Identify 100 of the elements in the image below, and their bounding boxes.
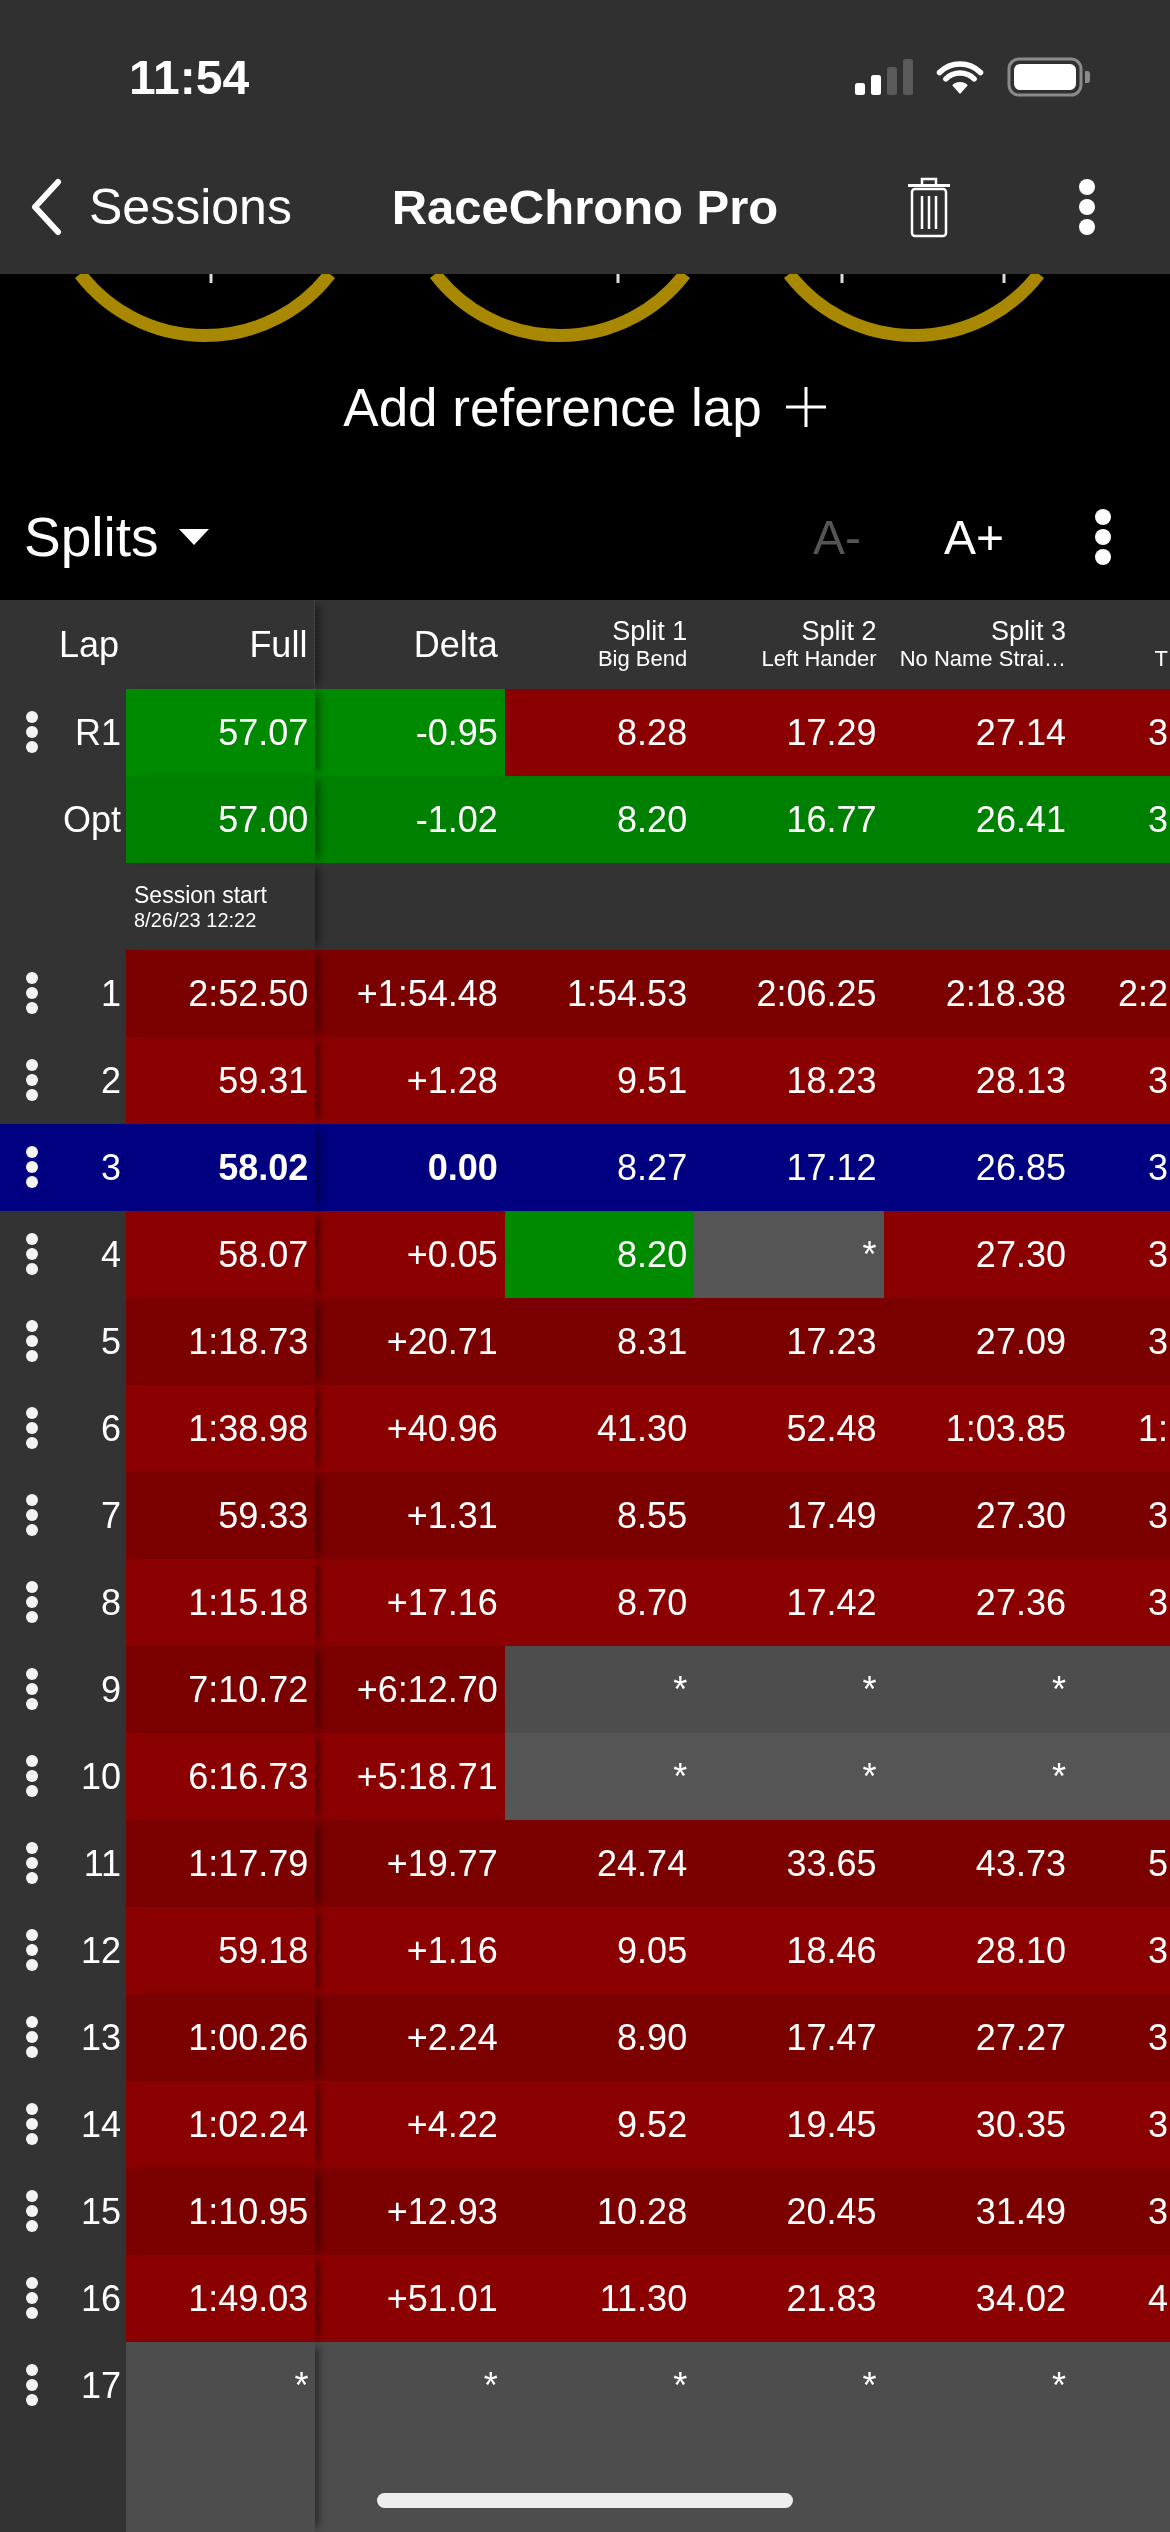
lap-number: 2 — [100, 1059, 121, 1103]
table-cell: 2:18.38 — [883, 950, 1073, 1037]
more-icon[interactable] — [26, 2364, 38, 2406]
table-cell: +6:12.70 — [315, 1646, 505, 1733]
table-cell: 2:2 — [1072, 950, 1170, 1037]
table-cell: 17.23 — [694, 1298, 884, 1385]
font-size-button[interactable]: A+ — [943, 509, 1004, 565]
table-cell: +1.16 — [315, 1907, 505, 1994]
table-cell: * — [126, 2342, 316, 2532]
table-cell: 2:06.25 — [694, 950, 884, 1037]
table-cell: 5 — [1072, 1820, 1170, 1907]
table-cell: * — [504, 1733, 695, 1820]
more-icon[interactable] — [26, 1233, 38, 1275]
table-cell: 8.20 — [504, 1211, 695, 1298]
table-cell: 3 — [1072, 1559, 1170, 1646]
table-cell: * — [694, 2342, 884, 2532]
table-cell: * — [694, 1211, 884, 1298]
table-cell: 27.30 — [883, 1211, 1073, 1298]
trash-icon[interactable] — [905, 176, 953, 238]
clock-time: 11:54 — [129, 49, 250, 105]
more-icon[interactable] — [26, 2190, 38, 2232]
table-cell: +20.71 — [315, 1298, 505, 1385]
more-icon[interactable] — [26, 2277, 38, 2319]
table-cell: 8.28 — [504, 689, 695, 776]
more-icon[interactable] — [26, 1929, 38, 1971]
table-cell: 2:52.50 — [126, 950, 316, 1037]
more-icon[interactable] — [26, 1059, 38, 1101]
lap-number: 1 — [100, 972, 121, 1016]
table-cell: 24.74 — [504, 1820, 695, 1907]
signal-icon — [855, 59, 913, 95]
column-subtitle: T — [1154, 646, 1168, 672]
lap-number: 4 — [100, 1233, 121, 1277]
table-cell: +12.93 — [315, 2168, 505, 2255]
table-cell: 21.83 — [694, 2255, 884, 2342]
battery-icon — [1007, 57, 1091, 97]
more-icon[interactable] — [26, 1842, 38, 1884]
column-header: Split 1 — [612, 617, 688, 646]
more-icon[interactable] — [26, 2016, 38, 2058]
lap-number: 3 — [100, 1146, 121, 1190]
lap-number: 13 — [80, 2016, 121, 2060]
column-subtitle: Big Bend — [597, 646, 688, 672]
table-cell: * — [883, 1733, 1073, 1820]
table-cell: 8.90 — [504, 1994, 695, 2081]
table-cell: 57.00 — [126, 776, 316, 863]
table-cell: 57.07 — [126, 689, 316, 776]
table-cell: 27.09 — [883, 1298, 1073, 1385]
lap-number: 14 — [80, 2103, 121, 2147]
table-cell: 3 — [1072, 1472, 1170, 1559]
more-icon[interactable] — [26, 1581, 38, 1623]
column-header: Full — [249, 623, 308, 666]
table-cell: 1:02.24 — [126, 2081, 316, 2168]
table-cell: 3 — [1072, 2168, 1170, 2255]
table-cell: 26.85 — [883, 1124, 1073, 1211]
more-icon[interactable] — [26, 972, 38, 1014]
session-date: 8/26/23 12:22 — [134, 907, 258, 932]
table-cell: 8.70 — [504, 1559, 695, 1646]
more-icon[interactable] — [26, 1320, 38, 1362]
lap-number: Opt — [62, 798, 121, 842]
table-cell: 28.13 — [883, 1037, 1073, 1124]
table-cell: 27.27 — [883, 1994, 1073, 2081]
more-icon[interactable] — [26, 1755, 38, 1797]
view-dropdown[interactable]: Splits — [24, 505, 209, 569]
more-icon[interactable] — [26, 1494, 38, 1536]
table-cell: * — [694, 1733, 884, 1820]
more-icon[interactable] — [1094, 508, 1112, 566]
table-cell: 3 — [1072, 1298, 1170, 1385]
table-cell: 43.73 — [883, 1820, 1073, 1907]
more-icon[interactable] — [26, 1407, 38, 1449]
table-cell: 6:16.73 — [126, 1733, 316, 1820]
table-cell: 8.20 — [504, 776, 695, 863]
caret-icon — [178, 529, 209, 545]
add-reference-lap-button[interactable]: Add reference lap — [343, 367, 827, 447]
table-cell: +2.24 — [315, 1994, 505, 2081]
table-cell: * — [504, 2342, 695, 2532]
table-cell: 58.07 — [126, 1211, 316, 1298]
column-header: Split 2 — [801, 617, 877, 646]
table-cell: 3 — [1072, 1994, 1170, 2081]
column-subtitle: Left Hander — [761, 646, 877, 672]
table-cell: +51.01 — [315, 2255, 505, 2342]
table-cell: -0.95 — [315, 689, 505, 776]
table-cell: 1: — [1072, 1385, 1170, 1472]
table-cell: +4.22 — [315, 2081, 505, 2168]
table-cell: 8.31 — [504, 1298, 695, 1385]
table-cell: 3 — [1072, 1907, 1170, 1994]
table-cell: 3 — [1072, 1211, 1170, 1298]
back-button[interactable]: Sessions — [29, 178, 292, 236]
more-icon[interactable] — [26, 2103, 38, 2145]
table-cell: * — [504, 1646, 695, 1733]
more-icon[interactable] — [26, 711, 38, 753]
wifi-icon — [936, 59, 984, 95]
more-icon[interactable] — [26, 1668, 38, 1710]
column-header: Delta — [413, 623, 498, 666]
table-cell: +0.05 — [315, 1211, 505, 1298]
table-cell: 7:10.72 — [126, 1646, 316, 1733]
column-header: Split 3 — [990, 617, 1066, 646]
table-cell: 19.45 — [694, 2081, 884, 2168]
table-cell: -1.02 — [315, 776, 505, 863]
more-icon[interactable] — [1078, 178, 1096, 236]
table-cell: 17.12 — [694, 1124, 884, 1211]
more-icon[interactable] — [26, 1146, 38, 1188]
